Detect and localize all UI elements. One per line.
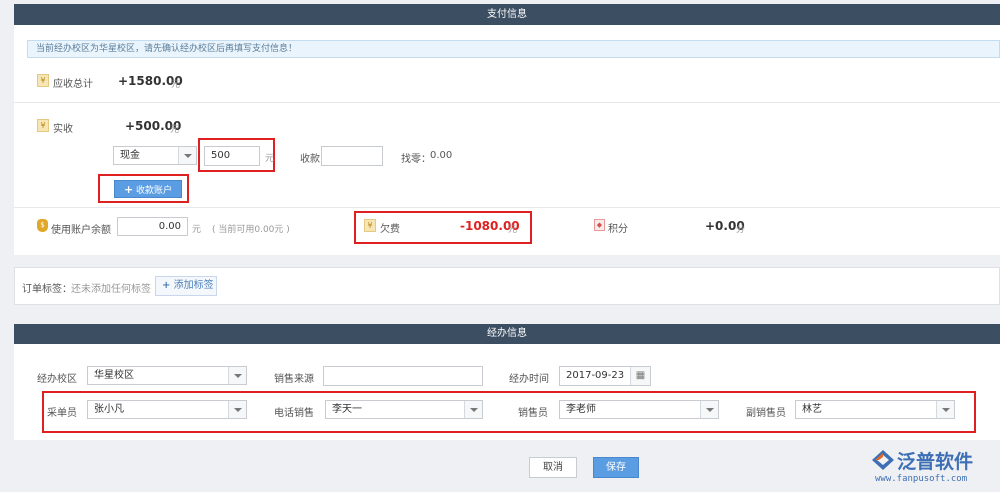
payment-section-header: 支付信息 — [14, 4, 1000, 25]
chevron-down-icon — [228, 367, 246, 384]
collect-input[interactable] — [321, 146, 383, 166]
add-account-button[interactable]: + 收款账户 — [114, 180, 182, 198]
purchaser-label: 采单员 — [47, 408, 77, 419]
time-input[interactable]: 2017-09-23 ▦ — [559, 366, 651, 386]
campus-value: 华星校区 — [94, 370, 134, 381]
owed-label: 欠费 — [380, 224, 400, 235]
payment-method-value: 现金 — [120, 150, 140, 161]
received-unit: 元 — [170, 125, 180, 135]
campus-label: 经办校区 — [37, 374, 77, 385]
balance-label: 使用账户余额 — [51, 225, 111, 236]
purchaser-select[interactable]: 张小凡 — [87, 400, 247, 419]
plus-icon: + — [162, 280, 171, 291]
amount-unit: 元 — [265, 154, 275, 164]
owed-unit: 元 — [508, 225, 518, 235]
chevron-down-icon — [464, 401, 482, 418]
deputy-sales-select[interactable]: 林艺 — [795, 400, 955, 419]
deputy-sales-value: 林艺 — [802, 404, 822, 415]
sales-select[interactable]: 李老师 — [559, 400, 719, 419]
divider — [14, 207, 1000, 208]
change-value: 0.00 — [430, 150, 453, 161]
chevron-down-icon — [700, 401, 718, 418]
save-button[interactable]: 保存 — [593, 457, 639, 478]
receivable-unit: 元 — [171, 80, 181, 90]
amount-input[interactable]: 500 — [204, 146, 260, 166]
phone-sales-value: 李天一 — [332, 404, 362, 415]
money-bag-icon: $ — [37, 219, 48, 232]
chevron-down-icon — [228, 401, 246, 418]
balance-unit: 元 — [192, 225, 202, 235]
yen-icon: ¥ — [37, 74, 49, 87]
brand-name: 泛普软件 — [897, 451, 974, 473]
yen-icon: ¥ — [364, 219, 376, 232]
time-label: 经办时间 — [509, 374, 549, 385]
balance-available: ( 当前可用0.00元 ) — [212, 225, 290, 235]
points-unit: 分 — [736, 225, 746, 235]
source-label: 销售来源 — [274, 374, 314, 385]
payment-method-select[interactable]: 现金 — [113, 146, 197, 165]
source-input[interactable] — [323, 366, 483, 386]
plus-icon: + — [123, 183, 134, 196]
received-label: 实收 — [53, 124, 73, 135]
brand-url: www.fanpusoft.com — [875, 474, 968, 484]
calendar-icon[interactable]: ▦ — [630, 367, 650, 385]
diamond-icon: ◆ — [594, 219, 605, 231]
time-value: 2017-09-23 — [566, 370, 625, 381]
campus-select[interactable]: 华星校区 — [87, 366, 247, 385]
change-label: 找零： — [401, 154, 431, 165]
chevron-down-icon — [936, 401, 954, 418]
balance-input[interactable]: 0.00 — [117, 217, 188, 236]
add-account-label: 收款账户 — [136, 186, 173, 196]
tags-label: 订单标签： — [22, 284, 72, 295]
phone-sales-select[interactable]: 李天一 — [325, 400, 483, 419]
brand-logo-icon — [871, 449, 895, 471]
sales-value: 李老师 — [566, 404, 596, 415]
tags-empty-text: 还未添加任何标签 — [71, 284, 151, 295]
collect-label: 收款 — [300, 154, 320, 165]
cancel-button[interactable]: 取消 — [529, 457, 577, 478]
handling-section-header: 经办信息 — [14, 324, 1000, 344]
campus-notice: 当前经办校区为华星校区，请先确认经办校区后再填写支付信息！ — [27, 40, 1000, 58]
add-tag-label: 添加标签 — [173, 280, 214, 291]
purchaser-value: 张小凡 — [94, 404, 124, 415]
chevron-down-icon — [178, 147, 196, 164]
yen-icon: ¥ — [37, 119, 49, 132]
points-label: 积分 — [608, 224, 628, 235]
add-tag-button[interactable]: + 添加标签 — [155, 276, 217, 296]
receivable-label: 应收总计 — [53, 79, 93, 90]
sales-label: 销售员 — [518, 408, 548, 419]
phone-sales-label: 电话销售 — [274, 408, 314, 419]
deputy-sales-label: 副销售员 — [746, 408, 786, 419]
divider — [14, 102, 1000, 103]
